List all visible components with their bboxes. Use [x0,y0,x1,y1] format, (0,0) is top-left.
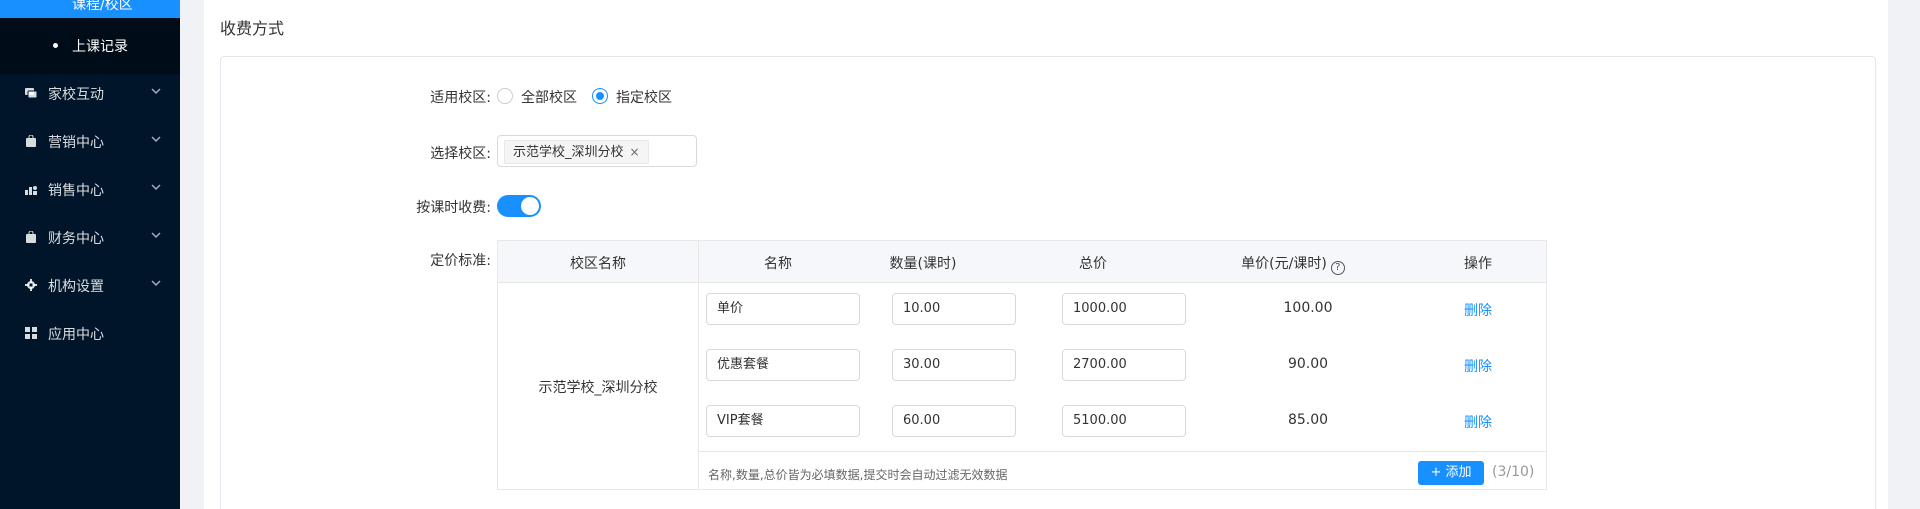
add-button[interactable]: + 添加 [1418,461,1484,485]
column-header: 总价 [1079,256,1107,272]
total-input[interactable]: 1000.00 [1062,293,1186,325]
page-gutter [1888,0,1920,509]
select-campus-label: 选择校区: [430,146,491,162]
sidebar-item-label: 财务中心 [48,231,104,247]
sidebar-subitem-lesson-records[interactable]: 上课记录 [0,18,180,74]
radio-specific-campus[interactable] [592,88,608,104]
name-input[interactable]: 单价 [706,293,860,325]
bag-icon [26,135,36,147]
section-title: 收费方式 [220,19,285,38]
campus-tag: 示范学校_深圳分校 × [504,140,649,164]
sidebar-item-home-school[interactable]: 家校互动 [0,70,180,118]
unit-price: 90.00 [1287,356,1329,372]
radio-all-campus-label[interactable]: 全部校区 [521,87,577,107]
sidebar-item-active[interactable]: 课程/校区 [0,0,180,18]
campus-name: 示范学校_深圳分校 [538,380,658,396]
column-header: 单价(元/课时) [1241,256,1327,272]
sidebar: 课程/校区 上课记录 家校互动 营销中心 销售中心 财务中心 机构设置 应用中心 [0,0,180,509]
sidebar-item-org-settings[interactable]: 机构设置 [0,262,180,310]
sidebar-item-label: 应用中心 [48,327,104,343]
chevron-down-icon [151,232,161,239]
delete-link[interactable]: 删除 [1428,412,1528,432]
quantity-input[interactable]: 10.00 [892,293,1016,325]
sidebar-item-sales[interactable]: 销售中心 [0,166,180,214]
pricing-panel: 适用校区: 全部校区 指定校区 选择校区: 示范学校_深圳分校 × 按课时收费: … [220,56,1876,509]
name-input[interactable]: VIP套餐 [706,405,860,437]
sidebar-item-label: 营销中心 [48,135,104,151]
hint-text: 名称,数量,总价皆为必填数据,提交时会自动过滤无效数据 [708,468,1008,482]
column-header: 数量(课时) [889,256,957,272]
column-header: 操作 [1464,256,1492,272]
radio-specific-campus-label[interactable]: 指定校区 [616,87,672,107]
sidebar-item-marketing[interactable]: 营销中心 [0,118,180,166]
delete-link[interactable]: 删除 [1428,356,1528,376]
pricing-table: 校区名称 名称 数量(课时) 总价 单价(元/课时)? 操作 示范学校_深圳分校… [497,240,1547,490]
delete-link[interactable]: 删除 [1428,300,1528,320]
chevron-down-icon [151,88,161,95]
chart-user-icon [25,186,37,195]
bullet-icon [53,43,58,48]
pricing-label: 定价标准: [430,253,491,269]
chat-icon [25,88,37,99]
unit-price: 100.00 [1283,300,1333,316]
quantity-input[interactable]: 60.00 [892,405,1016,437]
chevron-down-icon [151,280,161,287]
name-input[interactable]: 优惠套餐 [706,349,860,381]
radio-all-campus[interactable] [497,88,513,104]
campus-select[interactable]: 示范学校_深圳分校 × [497,135,697,167]
main-content: 收费方式 适用校区: 全部校区 指定校区 选择校区: 示范学校_深圳分校 × 按课… [204,0,1888,509]
close-icon[interactable]: × [630,145,640,159]
total-input[interactable]: 2700.00 [1062,349,1186,381]
table-header: 校区名称 名称 数量(课时) 总价 单价(元/课时)? 操作 [498,241,1546,283]
campus-cell: 示范学校_深圳分校 [498,283,698,489]
grid-icon [25,327,37,339]
campus-tag-label: 示范学校_深圳分校 [513,145,624,160]
sidebar-item-label: 家校互动 [48,87,104,103]
switch-knob [521,197,539,215]
plus-icon: + [1430,465,1442,480]
per-lesson-switch[interactable] [497,195,541,217]
quantity-input[interactable]: 30.00 [892,349,1016,381]
sidebar-subitem-label: 上课记录 [72,39,128,55]
add-button-label: 添加 [1445,465,1472,480]
table-footer: 名称,数量,总价皆为必填数据,提交时会自动过滤无效数据 + 添加 (3/10) [698,451,1546,493]
total-input[interactable]: 5100.00 [1062,405,1186,437]
sidebar-item-label: 机构设置 [48,279,104,295]
column-header-unit-price: 单价(元/课时)? [1178,253,1408,275]
sidebar-item-app-center[interactable]: 应用中心 [0,310,180,358]
wallet-icon [26,231,36,243]
sidebar-item-label: 销售中心 [48,183,104,199]
sidebar-item-label: 课程/校区 [72,0,133,13]
chevron-down-icon [151,136,161,143]
chevron-down-icon [151,184,161,191]
sidebar-item-finance[interactable]: 财务中心 [0,214,180,262]
unit-price: 85.00 [1287,412,1329,428]
column-header: 校区名称 [570,256,626,272]
gear-icon [25,279,37,291]
row-count: (3/10) [1492,464,1535,480]
column-header: 名称 [764,256,792,272]
per-lesson-label: 按课时收费: [416,200,491,216]
help-icon[interactable]: ? [1330,261,1345,275]
campus-scope-label: 适用校区: [430,90,491,106]
